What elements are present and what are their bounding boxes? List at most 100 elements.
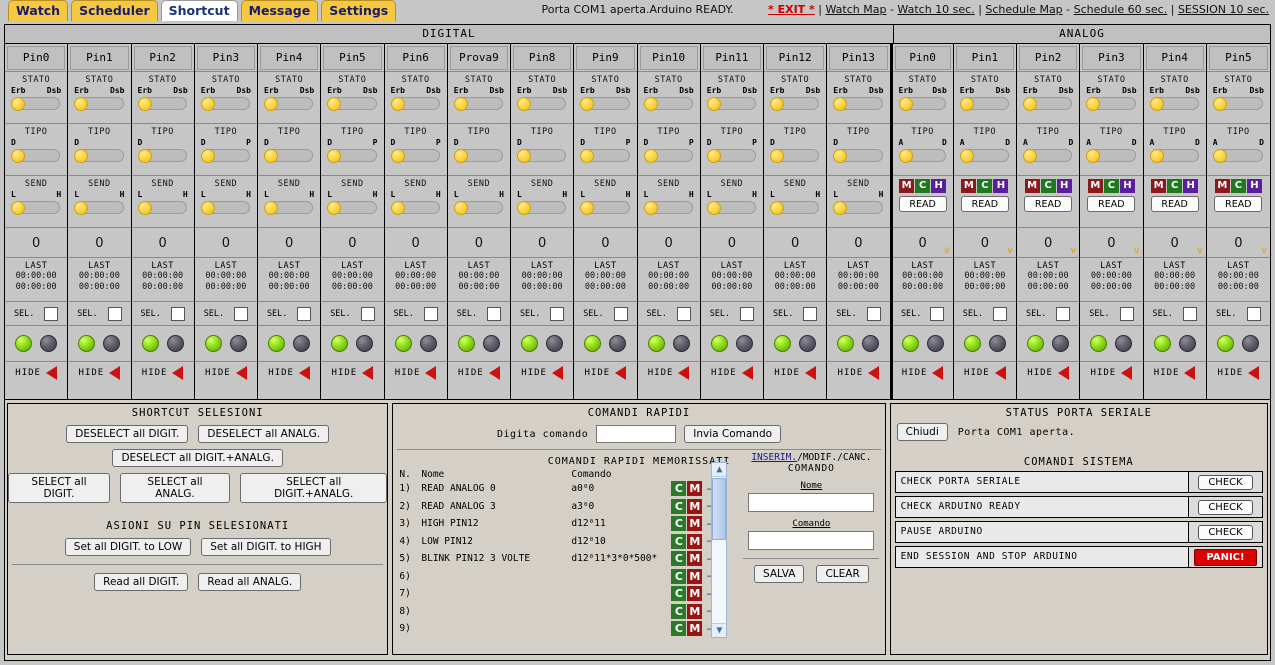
hide-cell[interactable]: HIDE [954,362,1016,384]
digital-type-slider-1-track[interactable] [75,149,123,162]
analog-type-slider-5-track[interactable] [1214,149,1263,162]
badge-h-icon[interactable]: H [1120,179,1135,193]
hide-arrow-icon[interactable] [46,366,57,380]
led-on-indicator[interactable] [15,335,32,352]
led-on-indicator[interactable] [711,335,728,352]
analog-type-slider-4-track[interactable] [1151,149,1199,162]
hide-cell[interactable]: HIDE [1207,362,1270,384]
digital-state-slider-10-knob[interactable] [644,97,658,111]
send-command-button[interactable]: Invia Comando [684,425,781,443]
hide-arrow-icon[interactable] [552,366,563,380]
digital-state-slider-11-knob[interactable] [707,97,721,111]
hide-arrow-icon[interactable] [995,366,1006,380]
led-on-indicator[interactable] [521,335,538,352]
analog-state-slider-3-track[interactable] [1087,97,1135,110]
digital-state-slider-8-track[interactable] [518,97,566,110]
digital-send-slider-2-track[interactable] [139,201,187,214]
hide-arrow-icon[interactable] [109,366,120,380]
digital-type-slider-7-track[interactable] [455,149,503,162]
badge-h-icon[interactable]: H [931,179,946,193]
led-off-indicator[interactable] [167,335,184,352]
led-off-indicator[interactable] [736,335,753,352]
digital-state-slider-8-knob[interactable] [517,97,531,111]
hide-cell[interactable]: HIDE [385,362,447,384]
set-all-digital-high-button[interactable]: Set all DIGIT. to HIGH [201,538,330,556]
select-checkbox[interactable] [44,307,58,321]
led-on-indicator[interactable] [1154,335,1171,352]
hide-arrow-icon[interactable] [615,366,626,380]
digital-state-slider-7-knob[interactable] [454,97,468,111]
deselect-all-analog-button[interactable]: DESELECT all ANALG. [198,425,329,443]
clear-command-button[interactable]: CLEAR [816,565,868,583]
analog-read-button-2[interactable]: READ [1024,196,1072,212]
tab-settings[interactable]: Settings [321,0,396,21]
analog-state-slider-2-track[interactable] [1024,97,1072,110]
watch-10sec-link[interactable]: Watch 10 sec. [897,3,974,16]
badge-h-icon[interactable]: H [993,179,1008,193]
digital-pin-name-6[interactable]: Pin6 [387,46,445,70]
led-off-indicator[interactable] [546,335,563,352]
digital-state-slider-5-knob[interactable] [327,97,341,111]
digital-type-slider-10-track[interactable] [645,149,693,162]
digital-send-slider-0-track[interactable] [12,201,60,214]
select-all-digital-button[interactable]: SELECT all DIGIT. [8,473,110,503]
digital-state-slider-11-track[interactable] [708,97,756,110]
scroll-down-icon[interactable]: ▼ [712,623,726,637]
command-copy-button-7[interactable]: C [671,604,686,619]
digital-type-slider-0-knob[interactable] [11,149,25,163]
digital-state-slider-1-knob[interactable] [74,97,88,111]
digital-type-slider-2-track[interactable] [139,149,187,162]
digital-type-slider-13-track[interactable] [834,149,882,162]
command-copy-button-5[interactable]: C [671,569,686,584]
led-on-indicator[interactable] [395,335,412,352]
led-on-indicator[interactable] [78,335,95,352]
hide-cell[interactable]: HIDE [132,362,194,384]
digital-state-slider-3-track[interactable] [202,97,250,110]
command-copy-button-2[interactable]: C [671,516,686,531]
digital-pin-name-0[interactable]: Pin0 [7,46,65,70]
hide-arrow-icon[interactable] [236,366,247,380]
badge-m-icon[interactable]: M [1215,179,1230,193]
digital-send-slider-8-knob[interactable] [517,201,531,215]
digital-pin-name-5[interactable]: Pin5 [323,46,381,70]
led-on-indicator[interactable] [331,335,348,352]
select-checkbox[interactable] [424,307,438,321]
digital-state-slider-4-track[interactable] [265,97,313,110]
digital-pin-name-8[interactable]: Pin8 [513,46,571,70]
hide-arrow-icon[interactable] [299,366,310,380]
chevron-down-icon[interactable]: v [1007,246,1013,256]
hide-cell[interactable]: HIDE [638,362,700,384]
hide-arrow-icon[interactable] [1184,366,1195,380]
hide-cell[interactable]: HIDE [448,362,510,384]
led-on-indicator[interactable] [837,335,854,352]
led-off-indicator[interactable] [420,335,437,352]
select-checkbox[interactable] [1120,307,1134,321]
command-copy-button-4[interactable]: C [671,551,686,566]
check-button-2[interactable]: CHECK [1198,525,1252,540]
badge-m-icon[interactable]: M [1025,179,1040,193]
digital-type-slider-5-track[interactable] [328,149,376,162]
badge-m-icon[interactable]: M [961,179,976,193]
digital-state-slider-6-knob[interactable] [391,97,405,111]
analog-read-button-4[interactable]: READ [1151,196,1199,212]
digital-type-slider-6-knob[interactable] [391,149,405,163]
led-on-indicator[interactable] [1217,335,1234,352]
analog-type-slider-2-knob[interactable] [1023,149,1037,163]
analog-type-slider-1-track[interactable] [961,149,1009,162]
analog-type-slider-3-track[interactable] [1087,149,1135,162]
set-all-digital-low-button[interactable]: Set all DIGIT. to LOW [65,538,191,556]
led-off-indicator[interactable] [103,335,120,352]
digital-send-slider-12-track[interactable] [771,201,819,214]
hide-arrow-icon[interactable] [742,366,753,380]
digital-state-slider-0-knob[interactable] [11,97,25,111]
digital-type-slider-3-knob[interactable] [201,149,215,163]
digital-state-slider-13-knob[interactable] [833,97,847,111]
analog-state-slider-2-knob[interactable] [1023,97,1037,111]
digital-state-slider-7-track[interactable] [455,97,503,110]
hide-cell[interactable]: HIDE [258,362,320,384]
select-all-analog-button[interactable]: SELECT all ANALG. [120,473,230,503]
digital-send-slider-4-track[interactable] [265,201,313,214]
digital-type-slider-11-knob[interactable] [707,149,721,163]
command-input[interactable] [596,425,676,443]
digital-state-slider-9-knob[interactable] [580,97,594,111]
